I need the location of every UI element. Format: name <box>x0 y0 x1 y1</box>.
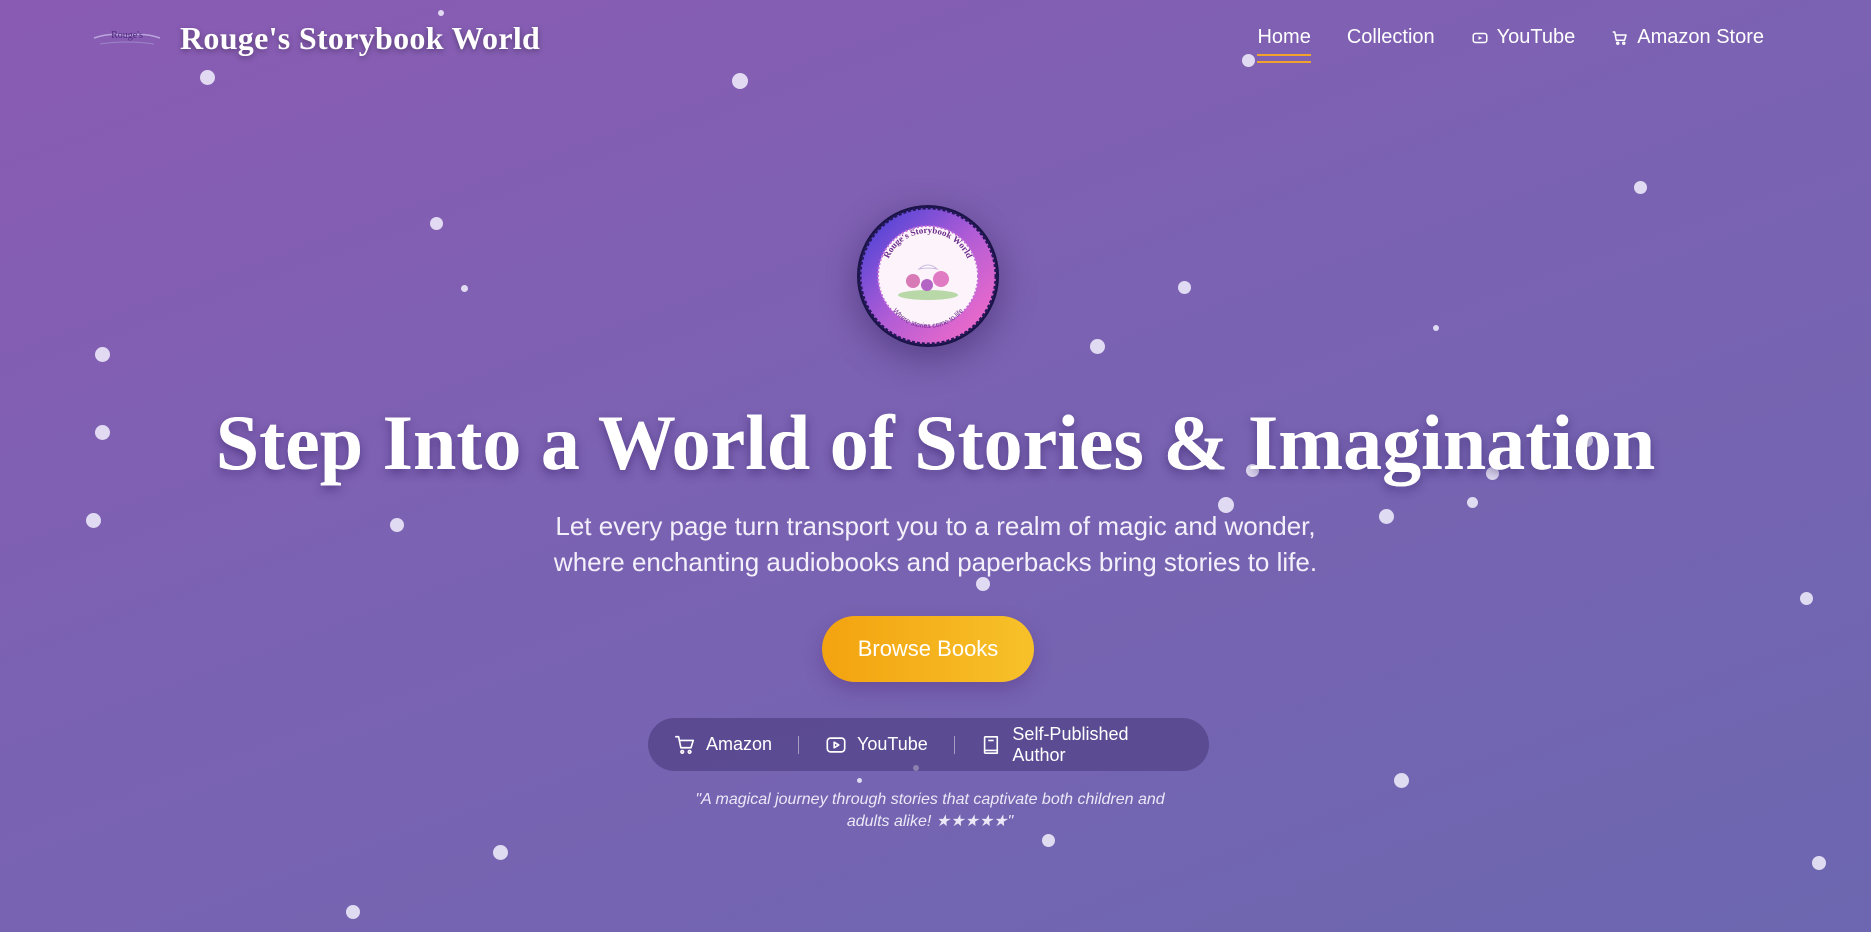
youtube-icon <box>826 736 846 753</box>
cart-icon <box>1612 30 1628 45</box>
nav-amazon-store[interactable]: Amazon Store <box>1611 26 1764 49</box>
hero-subtitle-line-1: Let every page turn transport you to a r… <box>555 511 1316 541</box>
testimonial-quote: "A magical journey through stories that … <box>690 789 1170 833</box>
cart-icon <box>675 735 695 754</box>
badge-youtube-label: YouTube <box>857 734 928 754</box>
youtube-icon <box>1472 32 1488 43</box>
hero-headline: Step Into a World of Stories & Imaginati… <box>0 398 1871 488</box>
nav-youtube-label: YouTube <box>1496 26 1576 48</box>
main-nav: Home Collection YouTube Amazon Store <box>1257 26 1764 63</box>
quote-line-1: "A magical journey through stories that … <box>695 791 1165 808</box>
storybook-seal-logo: Rouge's Storybook World Where stories co… <box>857 205 999 347</box>
svg-text:Rouge's: Rouge's <box>111 30 143 41</box>
brand-logo-icon: Rouge's <box>93 30 161 45</box>
book-icon <box>983 735 998 754</box>
brand[interactable]: Rouge's Rouge's Storybook World <box>92 14 540 62</box>
browse-books-button[interactable]: Browse Books <box>822 616 1034 682</box>
quote-line-2: adults alike! ★★★★★" <box>846 813 1014 830</box>
badge-youtube[interactable]: YouTube <box>799 734 954 756</box>
nav-home[interactable]: Home <box>1257 26 1312 63</box>
badge-self-published[interactable]: Self-Published Author <box>955 724 1209 766</box>
badge-self-published-label: Self-Published Author <box>1012 723 1129 765</box>
badge-amazon[interactable]: Amazon <box>648 734 798 756</box>
hero-subtitle-line-2: where enchanting audiobooks and paperbac… <box>553 547 1318 577</box>
badge-amazon-label: Amazon <box>706 734 773 754</box>
nav-youtube[interactable]: YouTube <box>1471 26 1576 49</box>
site-header: Rouge's Rouge's Storybook World Home Col… <box>0 0 1871 80</box>
hero-subtitle: Let every page turn transport you to a r… <box>0 508 1871 580</box>
platform-badges: Amazon YouTube Self-Published Author <box>648 718 1209 771</box>
brand-title: Rouge's Storybook World <box>180 19 541 56</box>
nav-collection-label: Collection <box>1346 26 1435 48</box>
nav-collection[interactable]: Collection <box>1347 26 1435 49</box>
nav-amazon-store-label: Amazon Store <box>1637 26 1764 48</box>
nav-home-label: Home <box>1257 26 1311 48</box>
